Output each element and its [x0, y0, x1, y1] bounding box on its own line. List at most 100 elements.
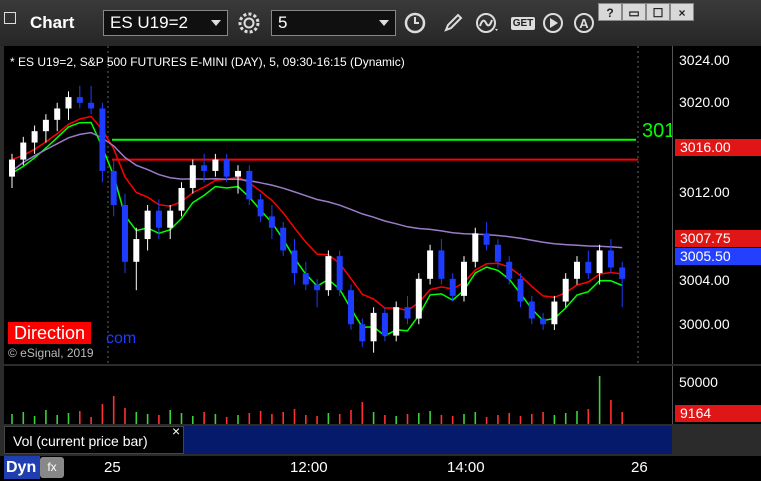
y-tick: 3024.00	[679, 52, 730, 68]
candle-body	[54, 108, 61, 120]
symbol-combo[interactable]: ES U19=2	[103, 10, 228, 36]
candle-body	[472, 233, 479, 262]
svg-text:A: A	[579, 16, 589, 31]
candle-body	[302, 273, 309, 285]
settings-gear-icon[interactable]	[236, 10, 262, 36]
candle-body	[461, 261, 467, 296]
volume-current-badge: 9164	[675, 405, 761, 422]
volume-study-label[interactable]: Vol (current price bar)	[4, 426, 184, 454]
close-study-icon[interactable]: ×	[172, 423, 180, 439]
candle-body	[404, 307, 411, 319]
candle-body	[9, 159, 15, 177]
red-current-badge: 3007.75	[675, 230, 761, 247]
candle-body	[246, 170, 253, 200]
candle-body	[88, 102, 95, 109]
candle-body	[348, 290, 354, 325]
candle-body	[110, 170, 117, 205]
candle-body	[325, 256, 332, 291]
study-curve-icon[interactable]	[474, 10, 500, 36]
price-axis[interactable]: 3024.00 3020.00 3016.00 3012.00 3007.75 …	[672, 46, 761, 364]
candle-body	[189, 165, 196, 188]
candle-body	[427, 250, 434, 279]
get-data-icon[interactable]: GET	[507, 10, 539, 36]
candle-body	[494, 244, 501, 262]
fx-icon[interactable]: fx	[40, 457, 64, 478]
red-level-badge: 3016.00	[675, 139, 761, 156]
candle-body	[178, 187, 185, 211]
candle-body	[596, 250, 603, 274]
candle-body	[528, 301, 535, 319]
candle-body	[314, 284, 321, 291]
play-icon[interactable]	[540, 10, 566, 36]
candle-body	[76, 97, 83, 103]
volume-pane[interactable]	[4, 366, 672, 424]
candle-body	[167, 210, 174, 228]
candle-body	[291, 250, 298, 274]
maximize-button[interactable]: ☐	[646, 3, 670, 21]
chart-window-icon	[4, 12, 16, 24]
candle-body	[212, 159, 219, 171]
candle-body	[42, 119, 49, 132]
volume-axis: 50000 9164	[672, 366, 761, 424]
chevron-down-icon[interactable]	[211, 20, 221, 26]
candle-body	[235, 170, 241, 177]
candle-body	[393, 307, 400, 336]
level-text: 301	[642, 120, 676, 142]
candle-body	[438, 250, 445, 279]
candle-body	[31, 131, 38, 143]
x-tick: 26	[631, 459, 648, 476]
volume-tick: 50000	[679, 374, 718, 390]
volume-svg	[11, 376, 624, 424]
x-tick: 12:00	[290, 459, 328, 476]
candle-body	[280, 227, 287, 251]
candle-body	[122, 205, 128, 262]
y-tick: 3000.00	[679, 316, 730, 332]
candle-body	[133, 239, 140, 262]
x-tick: 14:00	[447, 459, 485, 476]
copyright: © eSignal, 2019	[8, 346, 94, 360]
candle-body	[551, 301, 558, 325]
dyn-button[interactable]: Dyn	[4, 456, 40, 479]
close-button[interactable]: ×	[670, 3, 694, 21]
get-label: GET	[510, 16, 536, 30]
candle-body	[268, 216, 275, 228]
candle-body	[336, 256, 343, 291]
candle-body	[562, 278, 569, 302]
price-chart-svg	[9, 46, 639, 364]
candle-body	[201, 165, 208, 171]
candle-body	[607, 250, 614, 268]
time-axis[interactable]: Dyn fx 25 12:00 14:00 26	[0, 456, 761, 481]
candle-body	[99, 108, 106, 171]
candle-body	[20, 142, 27, 160]
study-info-bar: Vol (current price bar) ×	[4, 423, 672, 454]
interval-value: 5	[278, 13, 288, 32]
candle-body	[540, 318, 547, 325]
pencil-draw-icon[interactable]	[440, 10, 466, 36]
interval-combo[interactable]: 5	[271, 10, 396, 36]
candle-body	[223, 159, 230, 177]
candle-body	[155, 210, 162, 228]
help-button[interactable]: ?	[598, 3, 622, 21]
symbol-value: ES U19=2	[110, 13, 188, 32]
candle-body	[381, 312, 388, 336]
candle-body	[585, 261, 592, 274]
alert-a-icon[interactable]: A	[571, 10, 597, 36]
y-tick: 3004.00	[679, 272, 730, 288]
candle-body	[370, 312, 377, 342]
candle-body	[619, 267, 626, 279]
price-chart-plot[interactable]: * ES U19=2, S&P 500 FUTURES E-MINI (DAY)…	[4, 46, 676, 364]
y-tick: 3020.00	[679, 94, 730, 110]
y-tick: 3012.00	[679, 184, 730, 200]
clock-icon[interactable]	[402, 10, 428, 36]
candle-body	[517, 278, 524, 302]
candle-body	[574, 261, 580, 279]
restore-button[interactable]: ▭	[622, 3, 646, 21]
candle-body	[359, 324, 366, 342]
x-tick: 25	[104, 459, 121, 476]
candle-body	[483, 233, 490, 245]
candle-body	[449, 278, 456, 296]
com-label: com	[106, 330, 137, 347]
chart-header: * ES U19=2, S&P 500 FUTURES E-MINI (DAY)…	[10, 55, 405, 69]
chevron-down-icon[interactable]	[379, 20, 389, 26]
candle-body	[144, 210, 151, 240]
